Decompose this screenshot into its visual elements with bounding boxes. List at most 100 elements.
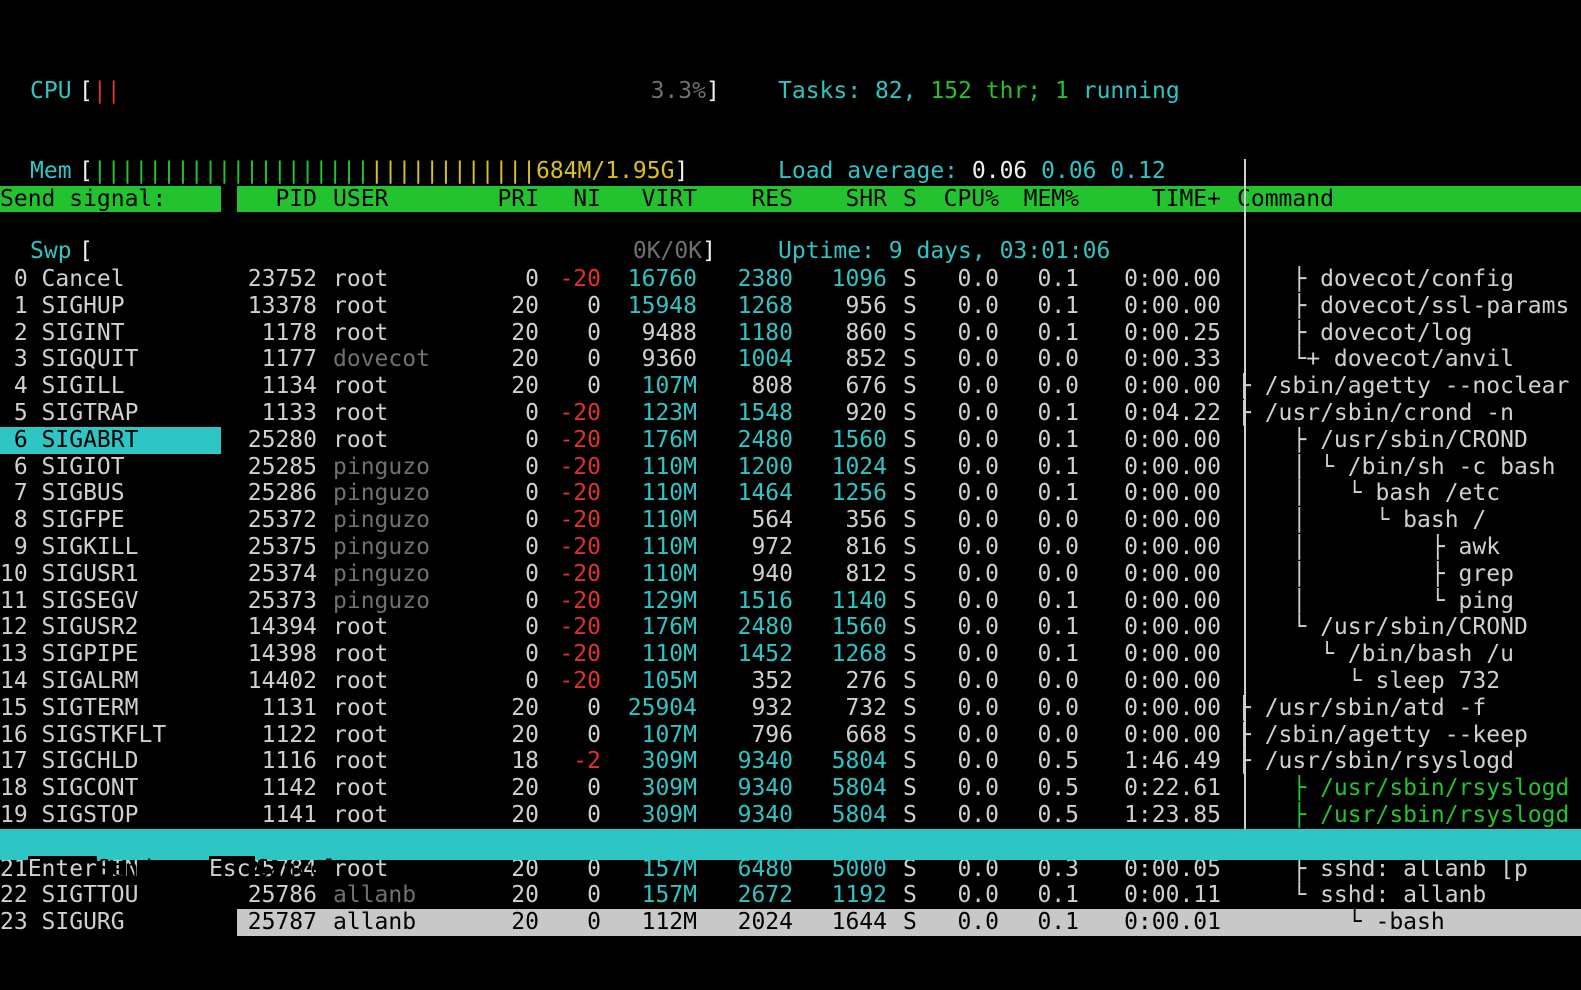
process-row[interactable]: 1116 root 18 -2 309M 9340 5804 S 0.0 0.5 1:46.49 ├ …: [237, 748, 1581, 775]
cell-time: 0:00.11: [1124, 882, 1221, 909]
function-bar: EnterSend Esc Cancel: [0, 829, 1581, 883]
cell-cmd: │ └ bash /etc: [1237, 480, 1501, 507]
process-row[interactable]: 1134 root 20 0 107M 808 676 S 0.0 0.0 0:00.00 ├ /sb…: [237, 373, 1581, 400]
column-header-command[interactable]: Command: [1237, 186, 1334, 213]
signal-item[interactable]: 5 SIGTRAP: [0, 400, 221, 427]
signal-item[interactable]: 3 SIGQUIT: [0, 346, 221, 373]
signal-item[interactable]: 11 SIGSEGV: [0, 588, 221, 615]
cell-pri: 0: [525, 587, 539, 614]
column-header-s[interactable]: S: [903, 186, 917, 213]
process-row[interactable]: 25372 pinguzo 0 -20 110M 564 356 S 0.0 0.0 0:00.00…: [237, 507, 1581, 534]
process-row[interactable]: 1177 dovecot 20 0 9360 1004 852 S 0.0 0.0 0:00.33 …: [237, 346, 1581, 373]
process-row[interactable]: 1133 root 0 -20 123M 1548 920 S 0.0 0.1 0:04.22 ├ /…: [237, 400, 1581, 427]
column-header-pid[interactable]: PID: [275, 186, 317, 213]
signal-item[interactable]: 6 SIGABRT: [0, 426, 221, 454]
process-row[interactable]: 25373 pinguzo 0 -20 129M 1516 1140 S 0.0 0.1 0:00.…: [237, 588, 1581, 615]
cell-pri: 0: [525, 480, 539, 507]
process-row[interactable]: 14398 root 0 -20 110M 1452 1268 S 0.0 0.1 0:00.00 …: [237, 641, 1581, 668]
cell-ni: 0: [587, 775, 601, 802]
column-header-mem[interactable]: MEM%: [1024, 186, 1079, 213]
signal-item[interactable]: 17 SIGCHLD: [0, 748, 221, 775]
process-row[interactable]: 25375 pinguzo 0 -20 110M 972 816 S 0.0 0.0 0:00.00…: [237, 534, 1581, 561]
column-header-pri[interactable]: PRI: [497, 186, 539, 213]
cell-cpu: 0.0: [957, 319, 999, 346]
process-row[interactable]: 25280 root 0 -20 176M 2480 1560 S 0.0 0.1 0:00.00 …: [237, 427, 1581, 454]
column-header-ni[interactable]: NI: [573, 186, 601, 213]
cell-cmd: ├ /sbin/agetty --keep: [1237, 721, 1528, 748]
cell-pid: 14398: [247, 641, 317, 668]
cell-ni: 0: [587, 801, 601, 828]
process-row[interactable]: 14394 root 0 -20 176M 2480 1560 S 0.0 0.1 0:00.00 …: [237, 614, 1581, 641]
signal-item[interactable]: 19 SIGSTOP: [0, 802, 221, 829]
cell-cmd: └ sshd: allanb: [1237, 882, 1487, 909]
cell-time: 0:00.01: [1124, 909, 1221, 936]
cell-cpu: 0.0: [957, 614, 999, 641]
signal-item[interactable]: 12 SIGUSR2: [0, 614, 221, 641]
cell-pri: 20: [511, 694, 539, 721]
cell-s: S: [903, 614, 917, 641]
process-row[interactable]: 1122 root 20 0 107M 796 668 S 0.0 0.0 0:00.00 ├ /sb…: [237, 722, 1581, 749]
column-header-cpu[interactable]: CPU%: [944, 186, 999, 213]
cell-pid: 1142: [261, 775, 317, 802]
signal-item[interactable]: 13 SIGPIPE: [0, 641, 221, 668]
signal-item[interactable]: 8 SIGFPE: [0, 507, 221, 534]
cell-s: S: [903, 426, 917, 453]
process-row[interactable]: 1141 root 20 0 309M 9340 5804 S 0.0 0.5 1:23.85 ├ …: [237, 802, 1581, 829]
cell-res: 932: [751, 694, 793, 721]
signal-item[interactable]: 2 SIGINT: [0, 320, 221, 347]
cell-user: dovecot: [333, 346, 430, 373]
cell-pri: 20: [511, 801, 539, 828]
signal-item[interactable]: 1 SIGHUP: [0, 293, 221, 320]
cell-pid: 1116: [261, 748, 317, 775]
process-row[interactable]: 25285 pinguzo 0 -20 110M 1200 1024 S 0.0 0.1 0:00.…: [237, 454, 1581, 481]
signal-item[interactable]: 22 SIGTTOU: [0, 882, 221, 909]
process-row[interactable]: 25786 allanb 20 0 157M 2672 1192 S 0.0 0.1 0:00.11…: [237, 882, 1581, 909]
cell-pri: 20: [511, 775, 539, 802]
process-row[interactable]: 25787 allanb 20 0 112M 2024 1644 S 0.0 0.1 0:00.01…: [237, 909, 1581, 936]
process-row[interactable]: 14402 root 0 -20 105M 352 276 S 0.0 0.0 0:00.00 └ …: [237, 668, 1581, 695]
cell-user: root: [333, 373, 389, 400]
column-header-virt[interactable]: VIRT: [642, 186, 697, 213]
cell-pid: 1133: [261, 399, 317, 426]
signal-item[interactable]: 9 SIGKILL: [0, 534, 221, 561]
signal-item[interactable]: 4 SIGILL: [0, 373, 221, 400]
column-header-user[interactable]: USER: [333, 186, 388, 213]
cell-ni: -20: [559, 399, 601, 426]
cell-s: S: [903, 560, 917, 587]
cell-pri: 0: [525, 453, 539, 480]
cell-user: root: [333, 319, 389, 346]
process-row[interactable]: 25286 pinguzo 0 -20 110M 1464 1256 S 0.0 0.1 0:00.…: [237, 480, 1581, 507]
signal-item[interactable]: 23 SIGURG: [0, 909, 221, 936]
process-row[interactable]: 23752 root 0 -20 16760 2380 1096 S 0.0 0.1 0:00.00…: [237, 266, 1581, 293]
cell-cmd: ├ /sbin/agetty --noclear: [1237, 373, 1570, 400]
cell-virt: 107M: [641, 721, 697, 748]
signal-item[interactable]: 15 SIGTERM: [0, 695, 221, 722]
cell-cmd: ├ dovecot/config: [1237, 265, 1514, 292]
column-header-res[interactable]: RES: [751, 186, 793, 213]
signal-item[interactable]: 18 SIGCONT: [0, 775, 221, 802]
signal-item[interactable]: 0 Cancel: [0, 266, 221, 293]
signal-item[interactable]: 16 SIGSTKFLT: [0, 722, 221, 749]
signal-item[interactable]: 14 SIGALRM: [0, 668, 221, 695]
column-header-shr[interactable]: SHR: [845, 186, 887, 213]
cell-user: allanb: [333, 909, 417, 936]
signal-item[interactable]: 7 SIGBUS: [0, 480, 221, 507]
cell-s: S: [903, 882, 917, 909]
cell-cpu: 0.0: [957, 346, 999, 373]
cell-mem: 0.1: [1037, 292, 1079, 319]
cell-pri: 20: [511, 319, 539, 346]
process-row[interactable]: 1131 root 20 0 25904 932 732 S 0.0 0.0 0:00.00 ├ /u…: [237, 695, 1581, 722]
cell-pid: 25372: [247, 507, 317, 534]
process-row[interactable]: 13378 root 20 0 15948 1268 956 S 0.0 0.1 0:00.00 ├…: [237, 293, 1581, 320]
process-row[interactable]: 1178 root 20 0 9488 1180 860 S 0.0 0.1 0:00.25 ├ d…: [237, 320, 1581, 347]
column-header-time[interactable]: TIME+: [1152, 186, 1221, 213]
cell-pid: 25786: [247, 882, 317, 909]
process-row[interactable]: 25374 pinguzo 0 -20 110M 940 812 S 0.0 0.0 0:00.00…: [237, 561, 1581, 588]
cell-shr: 816: [845, 533, 887, 560]
signal-item[interactable]: 10 SIGUSR1: [0, 561, 221, 588]
cell-time: 0:00.00: [1124, 721, 1221, 748]
cell-cpu: 0.0: [957, 641, 999, 668]
cell-time: 0:00.00: [1124, 560, 1221, 587]
process-row[interactable]: 1142 root 20 0 309M 9340 5804 S 0.0 0.5 0:22.61 ├ …: [237, 775, 1581, 802]
signal-item[interactable]: 6 SIGIOT: [0, 454, 221, 481]
